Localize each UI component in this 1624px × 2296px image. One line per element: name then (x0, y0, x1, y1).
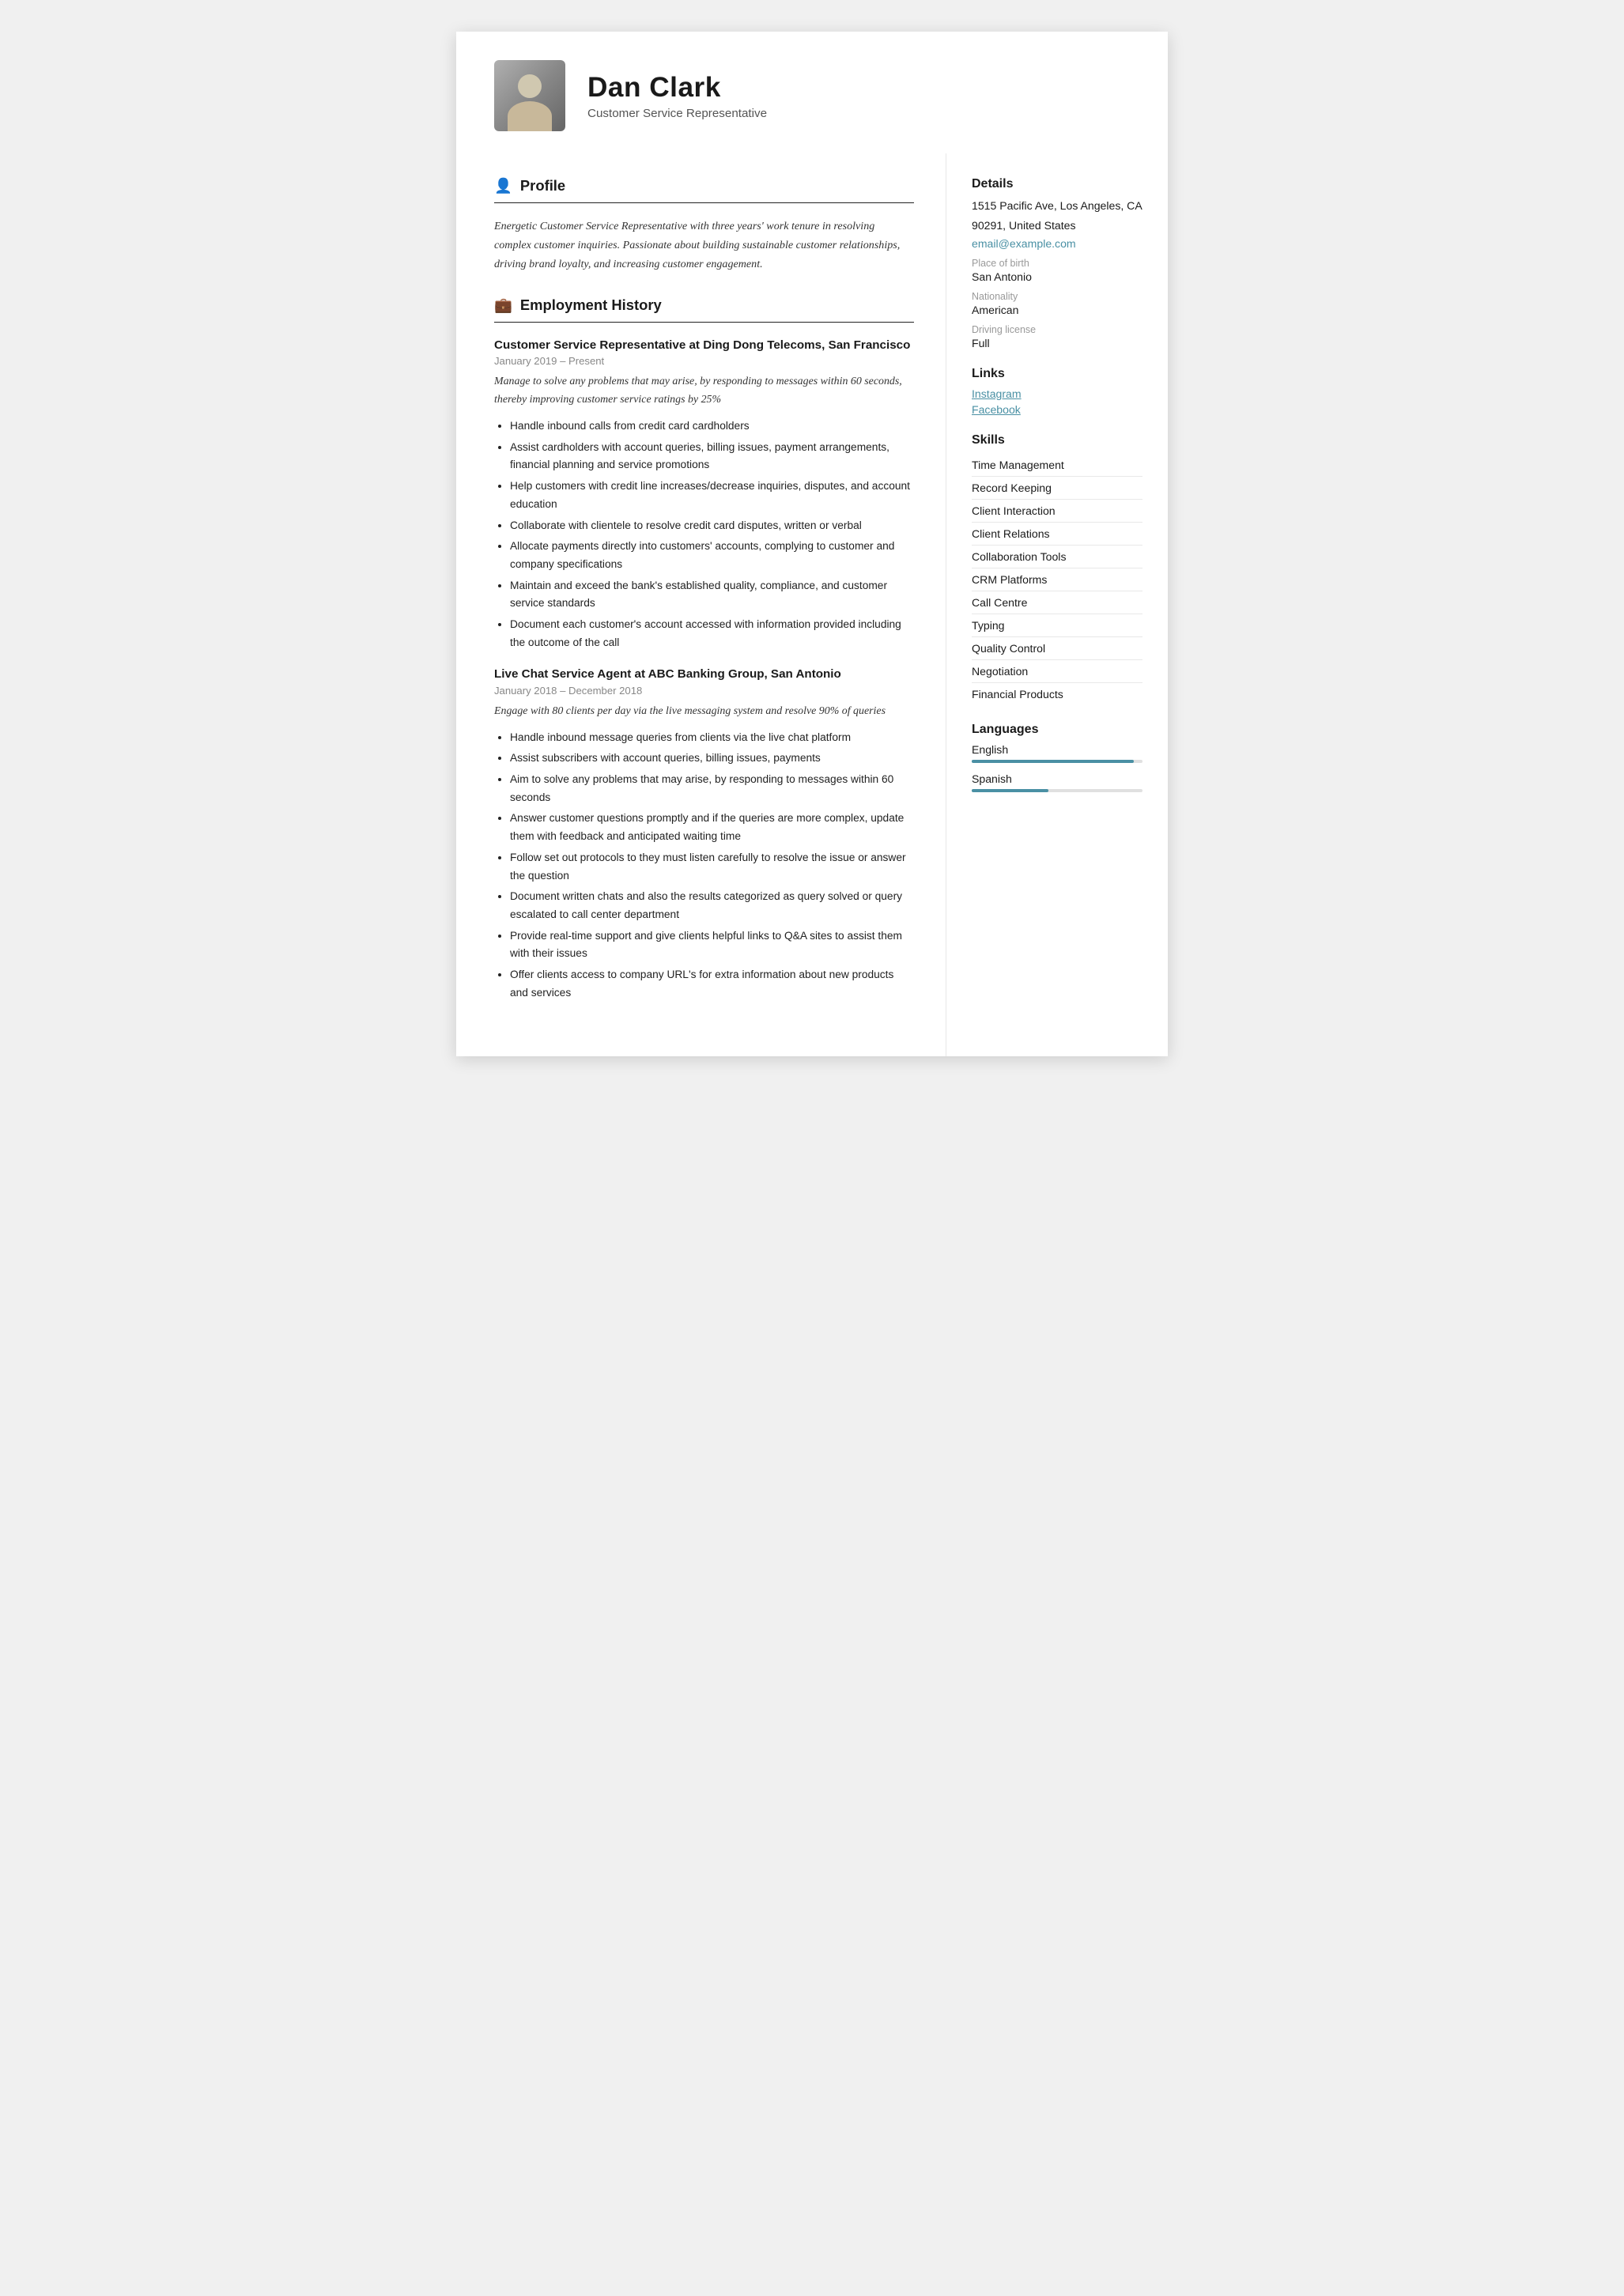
skill-item: Client Interaction (972, 500, 1142, 523)
driving-license-value: Full (972, 337, 1142, 349)
list-item: Assist cardholders with account queries,… (510, 439, 914, 474)
place-of-birth-label: Place of birth (972, 258, 1142, 269)
language-bar-fill-spanish (972, 789, 1048, 792)
job-title-2: Live Chat Service Agent at ABC Banking G… (494, 666, 914, 682)
list-item: Answer customer questions promptly and i… (510, 810, 914, 845)
job-bullets-1: Handle inbound calls from credit card ca… (494, 417, 914, 651)
skills-section: Skills Time Management Record Keeping Cl… (972, 433, 1142, 705)
candidate-name: Dan Clark (587, 72, 767, 104)
language-bar-fill-english (972, 760, 1134, 763)
skill-item: Client Relations (972, 523, 1142, 546)
skill-item: Record Keeping (972, 477, 1142, 500)
employment-section: 💼 Employment History Customer Service Re… (494, 296, 914, 1003)
list-item: Help customers with credit line increase… (510, 478, 914, 513)
header: Dan Clark Customer Service Representativ… (456, 32, 1168, 153)
list-item: Collaborate with clientele to resolve cr… (510, 517, 914, 535)
list-item: Handle inbound calls from credit card ca… (510, 417, 914, 436)
skill-item: Time Management (972, 454, 1142, 477)
language-bar-bg-english (972, 760, 1142, 763)
left-column: 👤 Profile Energetic Customer Service Rep… (456, 153, 946, 1056)
link-facebook[interactable]: Facebook (972, 403, 1142, 416)
job-bullets-2: Handle inbound message queries from clie… (494, 729, 914, 1003)
job-dates-1: January 2019 – Present (494, 355, 914, 367)
resume-container: Dan Clark Customer Service Representativ… (456, 32, 1168, 1056)
language-bar-bg-spanish (972, 789, 1142, 792)
skill-item: CRM Platforms (972, 568, 1142, 591)
links-title: Links (972, 367, 1142, 381)
details-title: Details (972, 177, 1142, 191)
profile-section: 👤 Profile Energetic Customer Service Rep… (494, 177, 914, 274)
list-item: Document written chats and also the resu… (510, 888, 914, 923)
link-instagram[interactable]: Instagram (972, 387, 1142, 400)
profile-text: Energetic Customer Service Representativ… (494, 217, 914, 274)
languages-title: Languages (972, 723, 1142, 737)
list-item: Offer clients access to company URL's fo… (510, 966, 914, 1002)
language-name-spanish: Spanish (972, 772, 1142, 785)
skill-item: Call Centre (972, 591, 1142, 614)
job-title-1: Customer Service Representative at Ding … (494, 337, 914, 353)
language-name-english: English (972, 743, 1142, 756)
employment-section-title: 💼 Employment History (494, 296, 914, 314)
job-summary-1: Manage to solve any problems that may ar… (494, 373, 914, 410)
details-section: Details 1515 Pacific Ave, Los Angeles, C… (972, 177, 1142, 349)
list-item: Provide real-time support and give clien… (510, 927, 914, 963)
skill-item: Typing (972, 614, 1142, 637)
job-entry-1: Customer Service Representative at Ding … (494, 337, 914, 652)
skills-title: Skills (972, 433, 1142, 447)
detail-email[interactable]: email@example.com (972, 237, 1142, 250)
place-of-birth-value: San Antonio (972, 270, 1142, 283)
languages-section: Languages English Spanish (972, 723, 1142, 792)
list-item: Assist subscribers with account queries,… (510, 750, 914, 768)
list-item: Handle inbound message queries from clie… (510, 729, 914, 747)
nationality-value: American (972, 304, 1142, 316)
list-item: Allocate payments directly into customer… (510, 538, 914, 573)
profile-section-title: 👤 Profile (494, 177, 914, 194)
list-item: Aim to solve any problems that may arise… (510, 771, 914, 806)
profile-icon: 👤 (494, 177, 512, 194)
candidate-title: Customer Service Representative (587, 107, 767, 120)
header-info: Dan Clark Customer Service Representativ… (587, 72, 767, 120)
job-summary-2: Engage with 80 clients per day via the l… (494, 703, 914, 721)
links-section: Links Instagram Facebook (972, 367, 1142, 416)
job-entry-2: Live Chat Service Agent at ABC Banking G… (494, 666, 914, 1002)
profile-divider (494, 202, 914, 203)
detail-address-line1: 1515 Pacific Ave, Los Angeles, CA (972, 198, 1142, 214)
job-dates-2: January 2018 – December 2018 (494, 685, 914, 697)
skill-item: Financial Products (972, 683, 1142, 705)
skill-item: Collaboration Tools (972, 546, 1142, 568)
avatar (494, 60, 565, 131)
main-content: 👤 Profile Energetic Customer Service Rep… (456, 153, 1168, 1056)
employment-icon: 💼 (494, 296, 512, 314)
detail-address-line2: 90291, United States (972, 217, 1142, 234)
driving-license-label: Driving license (972, 324, 1142, 335)
list-item: Maintain and exceed the bank's establish… (510, 577, 914, 613)
nationality-label: Nationality (972, 291, 1142, 302)
list-item: Document each customer's account accesse… (510, 616, 914, 651)
employment-divider (494, 322, 914, 323)
language-english: English (972, 743, 1142, 763)
right-column: Details 1515 Pacific Ave, Los Angeles, C… (946, 153, 1168, 1056)
skill-item: Negotiation (972, 660, 1142, 683)
skill-item: Quality Control (972, 637, 1142, 660)
list-item: Follow set out protocols to they must li… (510, 849, 914, 885)
language-spanish: Spanish (972, 772, 1142, 792)
